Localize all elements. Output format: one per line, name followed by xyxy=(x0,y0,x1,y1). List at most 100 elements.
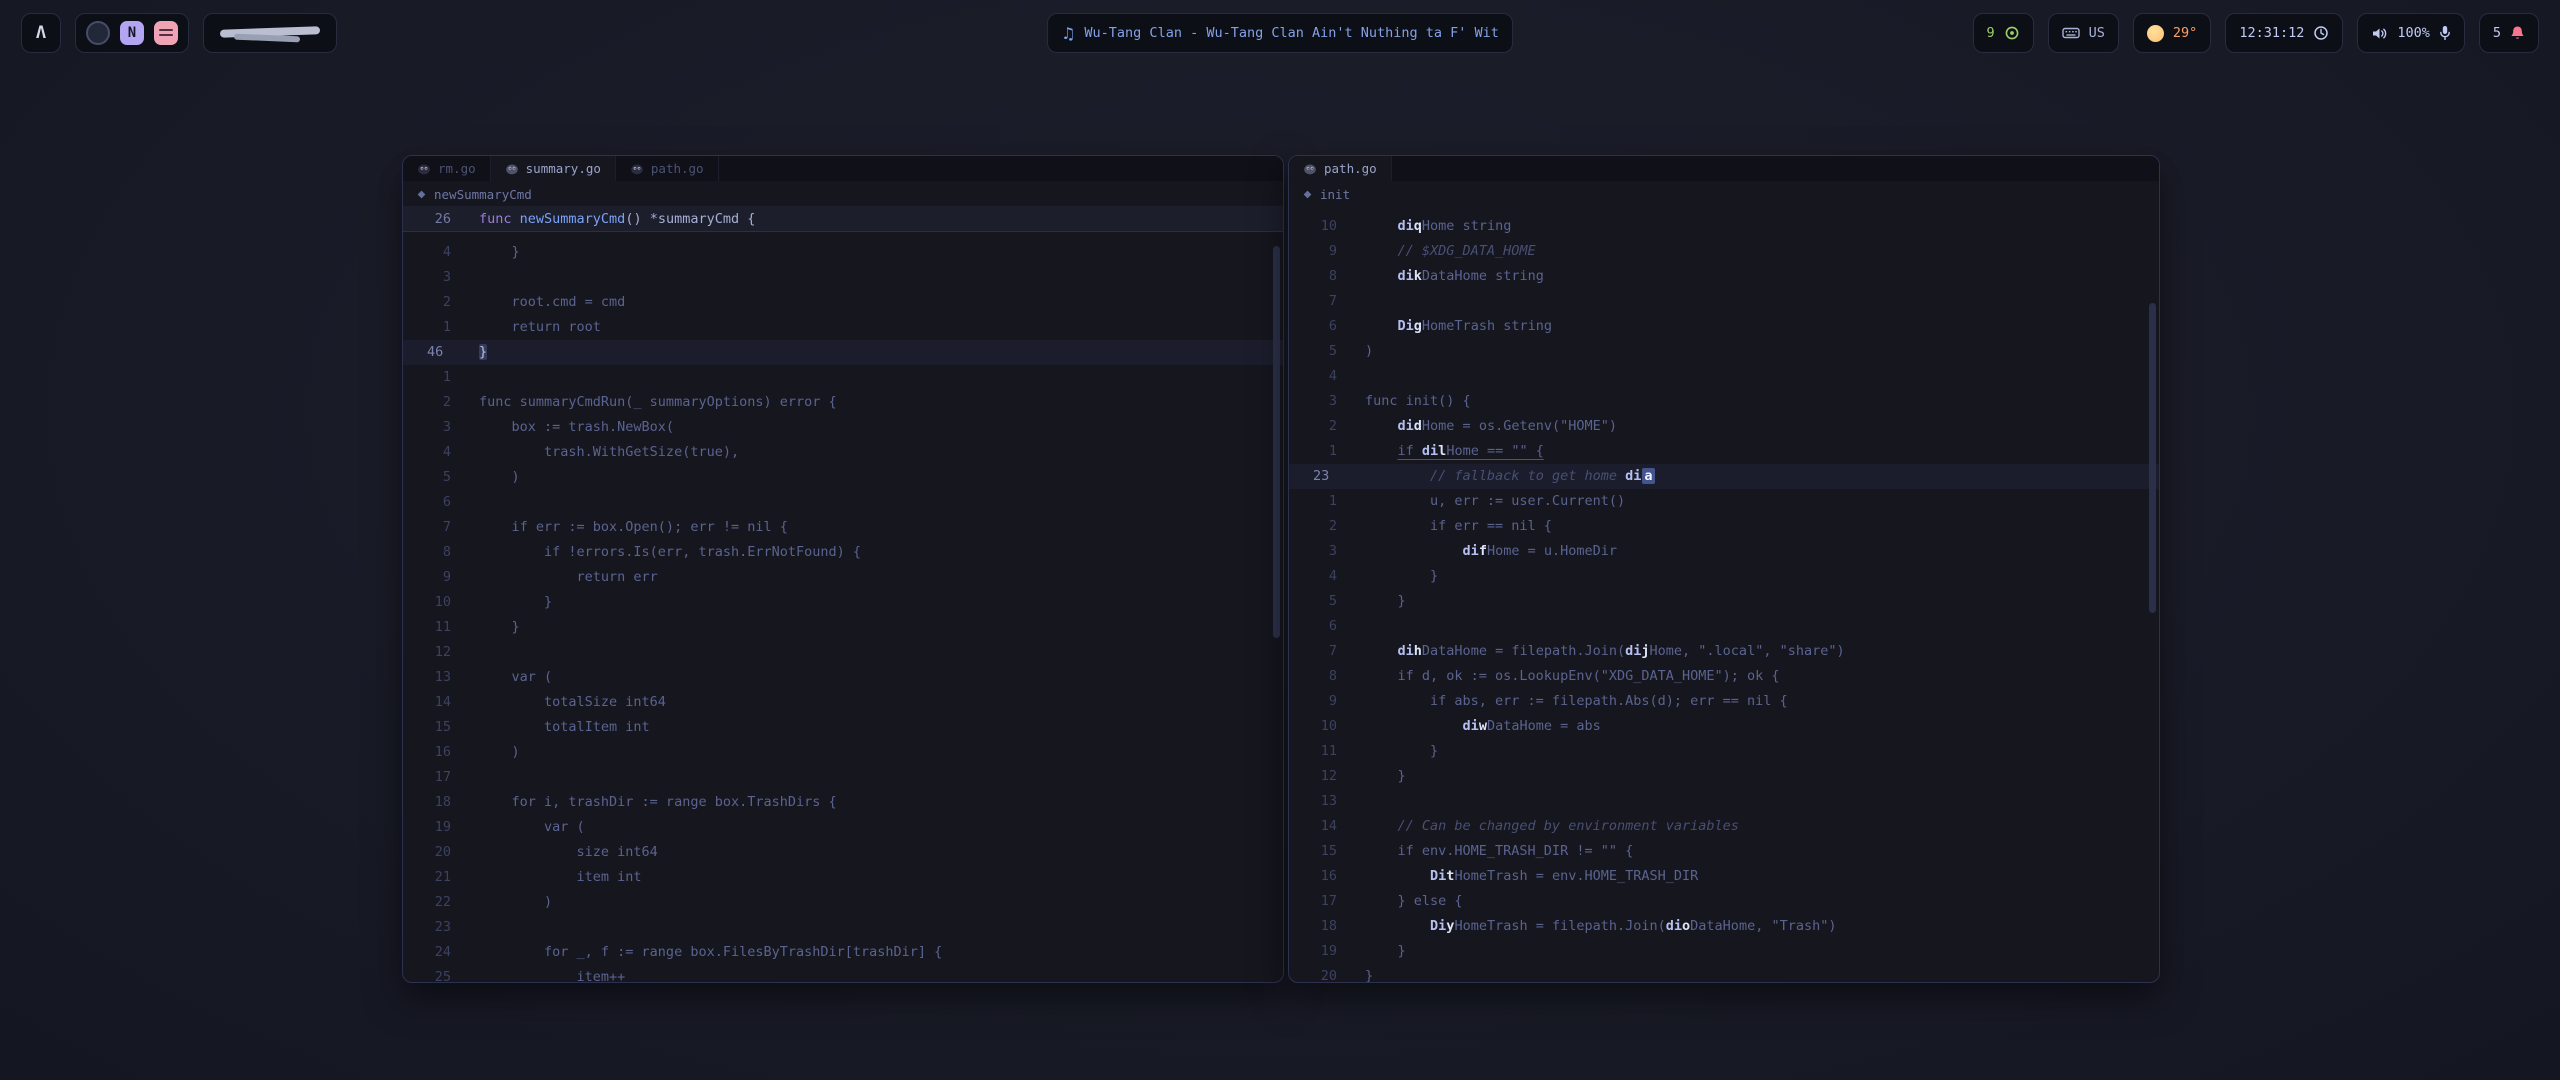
notifications-module[interactable]: 5 xyxy=(2479,13,2539,53)
code-line[interactable]: 1 return root xyxy=(403,315,1283,340)
tab-label: rm.go xyxy=(438,161,476,176)
code-line[interactable]: 10 diwDataHome = abs xyxy=(1289,714,2159,739)
code-line[interactable]: 2func summaryCmdRun(_ summaryOptions) er… xyxy=(403,390,1283,415)
line-number: 11 xyxy=(1289,739,1353,764)
code-line[interactable]: 11 } xyxy=(1289,739,2159,764)
code-line[interactable]: 1 u, err := user.Current() xyxy=(1289,489,2159,514)
line-text: if err == nil { xyxy=(1365,514,1552,539)
code-line[interactable]: 5) xyxy=(1289,339,2159,364)
code-line[interactable]: 4 } xyxy=(403,240,1283,265)
code-line[interactable]: 10 } xyxy=(403,590,1283,615)
app-icon-n[interactable]: N xyxy=(120,21,144,45)
code-line[interactable]: 7 dihDataHome = filepath.Join(dijHome, "… xyxy=(1289,639,2159,664)
notification-count: 5 xyxy=(2493,25,2501,41)
code-line[interactable]: 24 for _, f := range box.FilesByTrashDir… xyxy=(403,940,1283,965)
scrollbar[interactable] xyxy=(1273,246,1280,638)
weather-module[interactable]: 29° xyxy=(2133,13,2211,53)
code-line[interactable]: 46} xyxy=(403,340,1283,365)
context-line-text: func newSummaryCmd() *summaryCmd { xyxy=(479,206,755,231)
code-line[interactable]: 23 xyxy=(403,915,1283,940)
code-line[interactable]: 3func init() { xyxy=(1289,389,2159,414)
line-number: 4 xyxy=(403,240,467,265)
code-line[interactable]: 25 item++ xyxy=(403,965,1283,983)
code-line[interactable]: 21 item int xyxy=(403,865,1283,890)
code-line[interactable]: 5 } xyxy=(1289,589,2159,614)
app-icon-pink[interactable] xyxy=(154,21,178,45)
updates-module[interactable]: 9 xyxy=(1973,13,2034,53)
code-line[interactable]: 3 difHome = u.HomeDir xyxy=(1289,539,2159,564)
code-line[interactable]: 14 // Can be changed by environment vari… xyxy=(1289,814,2159,839)
tab-summary.go[interactable]: summary.go xyxy=(491,156,616,181)
code-line[interactable]: 14 totalSize int64 xyxy=(403,690,1283,715)
active-window-title-redacted[interactable] xyxy=(203,13,337,53)
code-line[interactable]: 2 if err == nil { xyxy=(1289,514,2159,539)
code-line[interactable]: 22 ) xyxy=(403,890,1283,915)
code-line[interactable]: 19 } xyxy=(1289,939,2159,964)
code-line[interactable]: 3 xyxy=(403,265,1283,290)
code-line[interactable]: 17 xyxy=(403,765,1283,790)
code-line[interactable]: 11 } xyxy=(403,615,1283,640)
app-icon-circle[interactable] xyxy=(86,21,110,45)
code-line[interactable]: 16 ) xyxy=(403,740,1283,765)
code-line[interactable]: 1 xyxy=(403,365,1283,390)
tab-rm.go[interactable]: rm.go xyxy=(403,156,491,181)
code-line[interactable]: 15 totalItem int xyxy=(403,715,1283,740)
code-line[interactable]: 9 // $XDG_DATA_HOME xyxy=(1289,239,2159,264)
code-line[interactable]: 17 } else { xyxy=(1289,889,2159,914)
code-line[interactable]: 15 if env.HOME_TRASH_DIR != "" { xyxy=(1289,839,2159,864)
tab-path.go[interactable]: path.go xyxy=(616,156,719,181)
code-line[interactable]: 1 if dilHome == "" { xyxy=(1289,439,2159,464)
code-line[interactable]: 13 var ( xyxy=(403,665,1283,690)
code-line[interactable]: 8 if d, ok := os.LookupEnv("XDG_DATA_HOM… xyxy=(1289,664,2159,689)
code-line[interactable]: 2 root.cmd = cmd xyxy=(403,290,1283,315)
code-line[interactable]: 10 diqHome string xyxy=(1289,214,2159,239)
code-line[interactable]: 19 var ( xyxy=(403,815,1283,840)
breadcrumb[interactable]: newSummaryCmd xyxy=(403,182,1283,206)
code-line[interactable]: 4 trash.WithGetSize(true), xyxy=(403,440,1283,465)
code-line[interactable]: 4 xyxy=(1289,364,2159,389)
scrollbar[interactable] xyxy=(2149,303,2156,613)
code-line[interactable]: 12 xyxy=(403,640,1283,665)
code-line[interactable]: 18 for i, trashDir := range box.TrashDir… xyxy=(403,790,1283,815)
launcher-button[interactable]: Λ xyxy=(21,13,61,53)
code-line[interactable]: 8 dikDataHome string xyxy=(1289,264,2159,289)
code-line[interactable]: 20} xyxy=(1289,964,2159,983)
code-line[interactable]: 6 xyxy=(403,490,1283,515)
line-text: // Can be changed by environment variabl… xyxy=(1365,814,1739,839)
line-text: } xyxy=(1365,589,1406,614)
code-line[interactable]: 3 box := trash.NewBox( xyxy=(403,415,1283,440)
code-line[interactable]: 9 return err xyxy=(403,565,1283,590)
line-number: 3 xyxy=(403,415,467,440)
clock-icon xyxy=(2313,25,2329,41)
breadcrumb[interactable]: init xyxy=(1289,182,2159,206)
code-line[interactable]: 12 } xyxy=(1289,764,2159,789)
code-line[interactable]: 9 if abs, err := filepath.Abs(d); err ==… xyxy=(1289,689,2159,714)
code-lines: 4 }32 root.cmd = cmd1 return root46}12fu… xyxy=(403,232,1283,983)
code-line[interactable]: 6 xyxy=(1289,614,2159,639)
clock-module[interactable]: 12:31:12 xyxy=(2225,13,2343,53)
tab-path.go[interactable]: path.go xyxy=(1289,156,1392,181)
keyboard-layout-module[interactable]: US xyxy=(2048,13,2119,53)
code-line[interactable]: 18 DiyHomeTrash = filepath.Join(dioDataH… xyxy=(1289,914,2159,939)
line-number: 1 xyxy=(403,365,467,390)
media-title: Wu-Tang Clan - Wu-Tang Clan Ain't Nuthin… xyxy=(1084,25,1499,41)
updates-count: 9 xyxy=(1987,25,1995,41)
media-player-module[interactable]: ♫ Wu-Tang Clan - Wu-Tang Clan Ain't Nuth… xyxy=(1047,13,1513,53)
code-line[interactable]: 7 if err := box.Open(); err != nil { xyxy=(403,515,1283,540)
line-number: 19 xyxy=(403,815,467,840)
code-line[interactable]: 2 didHome = os.Getenv("HOME") xyxy=(1289,414,2159,439)
code-line[interactable]: 8 if !errors.Is(err, trash.ErrNotFound) … xyxy=(403,540,1283,565)
code-line[interactable]: 13 xyxy=(1289,789,2159,814)
line-text: diqHome string xyxy=(1365,214,1511,239)
code-line[interactable]: 4 } xyxy=(1289,564,2159,589)
volume-module[interactable]: 100% xyxy=(2357,13,2465,53)
code-line[interactable]: 5 ) xyxy=(403,465,1283,490)
code-line[interactable]: 6 DigHomeTrash string xyxy=(1289,314,2159,339)
line-text: DigHomeTrash string xyxy=(1365,314,1552,339)
code-line[interactable]: 20 size int64 xyxy=(403,840,1283,865)
code-line[interactable]: 7 xyxy=(1289,289,2159,314)
code-line[interactable]: 23 // fallback to get home dia xyxy=(1289,464,2159,489)
line-number: 25 xyxy=(403,965,467,983)
code-line[interactable]: 16 DitHomeTrash = env.HOME_TRASH_DIR xyxy=(1289,864,2159,889)
line-text: } xyxy=(479,340,487,365)
